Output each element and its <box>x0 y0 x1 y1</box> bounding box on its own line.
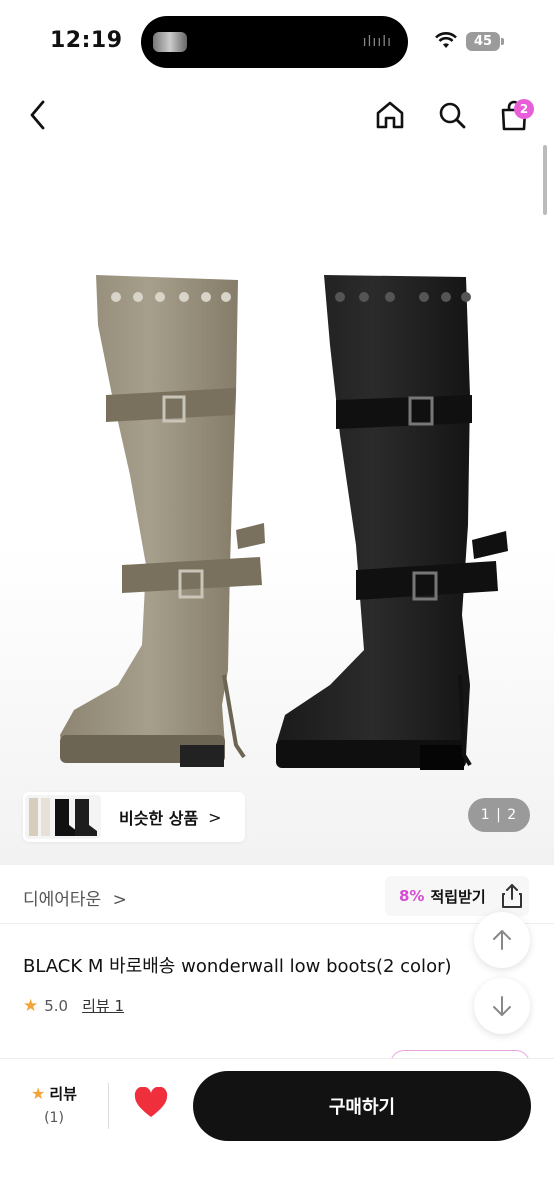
image-pager: 1 | 2 <box>468 798 530 832</box>
review-button[interactable]: ★ 리뷰 (1) <box>22 1083 86 1126</box>
dynamic-island: ılıılı <box>141 16 408 68</box>
review-label: 리뷰 <box>49 1085 77 1103</box>
shop-row: 디에어타운 > 8% 적립받기 <box>0 868 554 924</box>
scroll-top-button[interactable] <box>474 912 530 968</box>
tan-boot <box>60 275 265 767</box>
similar-products-label: 비슷한 상품 <box>119 809 199 828</box>
reviews-link[interactable]: 리뷰 1 <box>82 995 124 1016</box>
buy-button[interactable]: 구매하기 <box>193 1071 531 1141</box>
arrow-up-icon <box>493 930 511 950</box>
product-image-carousel[interactable]: 비슷한 상품 > 1 | 2 <box>0 145 554 865</box>
similar-products-thumbnail <box>25 795 101 839</box>
back-button[interactable] <box>18 95 58 135</box>
product-image <box>60 275 508 770</box>
rating-value: 5.0 <box>44 996 69 1015</box>
divider <box>108 1083 109 1129</box>
arrow-down-icon <box>493 996 511 1016</box>
cart-button[interactable]: 2 <box>494 95 534 135</box>
review-count: (1) <box>44 1110 64 1126</box>
shop-link[interactable]: 디에어타운 > <box>23 885 127 910</box>
points-percent: 8% <box>399 887 425 905</box>
search-icon <box>439 102 466 129</box>
black-boot <box>276 275 508 770</box>
status-time: 12:19 <box>50 28 123 53</box>
star-icon: ★ <box>31 1084 46 1103</box>
like-button[interactable] <box>133 1086 169 1123</box>
scroll-bottom-button[interactable] <box>474 978 530 1034</box>
home-icon <box>376 101 404 129</box>
cart-count-badge: 2 <box>514 99 534 119</box>
bottom-action-bar: ★ 리뷰 (1) 구매하기 <box>0 1058 554 1200</box>
chevron-left-icon <box>30 100 45 130</box>
top-nav: 2 <box>0 85 554 145</box>
home-button[interactable] <box>370 95 410 135</box>
similar-products-button[interactable]: 비슷한 상품 > <box>23 792 245 842</box>
chevron-right-icon: > <box>112 890 127 910</box>
shop-name: 디에어타운 <box>23 890 102 910</box>
battery-icon: 45 <box>466 32 504 51</box>
live-activity-thumbnail <box>153 32 187 52</box>
share-icon[interactable] <box>500 883 524 909</box>
wifi-icon <box>434 30 458 54</box>
audio-wave-icon: ılıılı <box>362 34 392 50</box>
heart-icon <box>134 1086 168 1117</box>
product-title: BLACK M 바로배송 wonderwall low boots(2 colo… <box>23 956 452 977</box>
search-button[interactable] <box>432 95 472 135</box>
points-label: 적립받기 <box>430 887 486 906</box>
status-bar: 12:19 ılıılı 45 <box>0 0 554 80</box>
star-icon: ★ <box>23 995 39 1016</box>
points-button[interactable]: 8% 적립받기 <box>385 876 529 916</box>
rating-row: ★ 5.0 리뷰 1 <box>23 995 124 1016</box>
chevron-right-icon: > <box>208 807 222 827</box>
